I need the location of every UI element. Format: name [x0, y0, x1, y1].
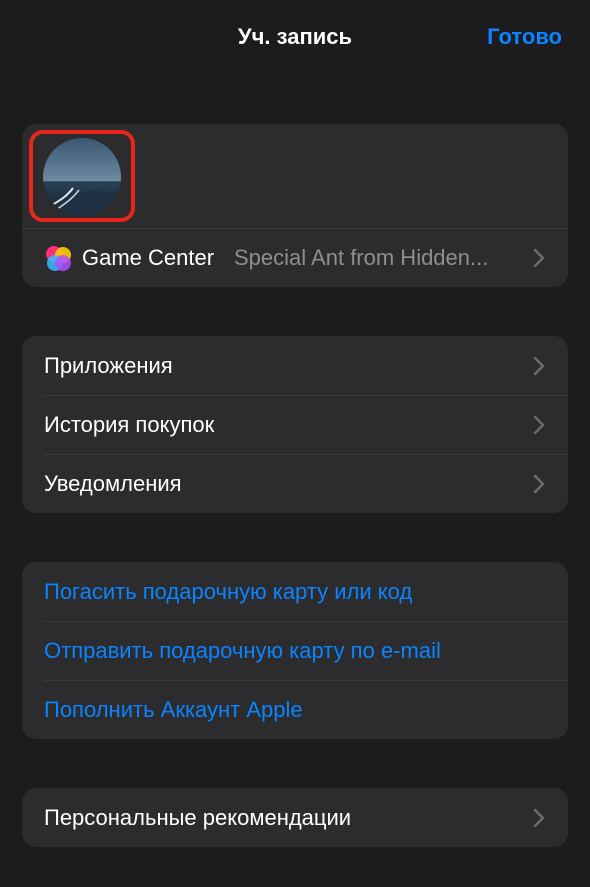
menu-item-purchase-history[interactable]: История покупок: [22, 395, 568, 454]
game-center-label: Game Center: [82, 244, 215, 270]
navigation-bar: Уч. запись Готово: [0, 0, 590, 76]
link-label: Отправить подарочную карту по e-mail: [44, 637, 441, 663]
menu-item-label: Приложения: [44, 352, 173, 378]
game-center-icon: [44, 244, 72, 272]
link-label: Погасить подарочную карту или код: [44, 578, 413, 604]
menu-item-notifications[interactable]: Уведомления: [22, 454, 568, 513]
chevron-right-icon: [532, 356, 546, 376]
game-center-row[interactable]: Game Center Special Ant from Hidden...: [22, 228, 568, 287]
chevron-right-icon: [532, 474, 546, 494]
menu-item-label: История покупок: [44, 411, 215, 437]
redeem-gift-card-link[interactable]: Погасить подарочную карту или код: [22, 562, 568, 621]
game-center-nickname: Special Ant from Hidden...: [234, 245, 489, 270]
chevron-right-icon: [532, 808, 546, 828]
send-gift-card-link[interactable]: Отправить подарочную карту по e-mail: [22, 621, 568, 680]
done-button[interactable]: Готово: [487, 24, 562, 50]
menu-item-label: Персональные рекомендации: [44, 804, 352, 830]
avatar[interactable]: [43, 138, 121, 216]
recommendations-group: Персональные рекомендации: [22, 788, 568, 847]
menu-group: Приложения История покупок Уведомления: [22, 336, 568, 513]
chevron-right-icon: [532, 248, 546, 268]
avatar-area: [22, 124, 568, 228]
add-funds-link[interactable]: Пополнить Аккаунт Apple: [22, 680, 568, 739]
personal-recommendations-item[interactable]: Персональные рекомендации: [22, 788, 568, 847]
account-group: Game Center Special Ant from Hidden...: [22, 124, 568, 287]
link-label: Пополнить Аккаунт Apple: [44, 696, 303, 722]
avatar-photo-icon: [43, 138, 121, 216]
gift-card-group: Погасить подарочную карту или код Отправ…: [22, 562, 568, 739]
menu-item-apps[interactable]: Приложения: [22, 336, 568, 395]
chevron-right-icon: [532, 415, 546, 435]
menu-item-label: Уведомления: [44, 470, 182, 496]
